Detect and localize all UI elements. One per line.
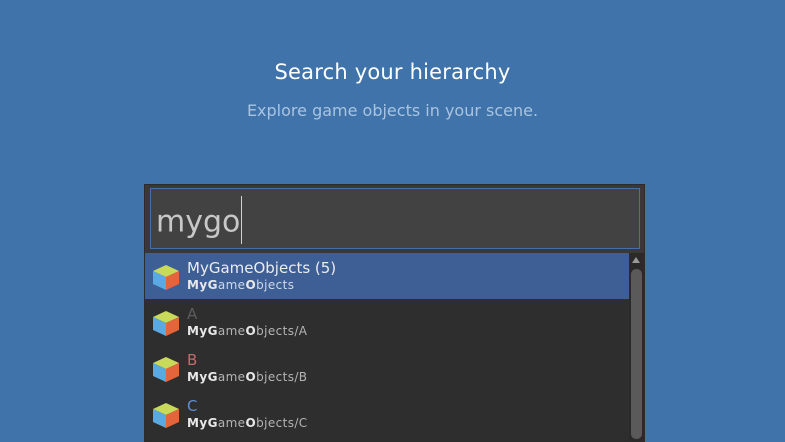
search-query-text: mygo (156, 196, 243, 247)
search-query-value: mygo (156, 204, 241, 240)
result-name: A (187, 305, 198, 323)
result-name: B (187, 351, 198, 369)
result-name: C (187, 397, 198, 415)
search-input[interactable]: mygo (150, 188, 640, 249)
result-name: MyGameObjects (5) (187, 259, 337, 277)
result-row-a[interactable]: A MyGameObjects/A (145, 299, 629, 345)
page-subtitle: Explore game objects in your scene. (246, 101, 539, 120)
result-path: MyGameObjects/C (187, 416, 308, 430)
page-title: Search your hierarchy (274, 60, 511, 84)
cube-icon (153, 357, 179, 382)
result-row-b[interactable]: B MyGameObjects/B (145, 345, 629, 391)
results-list: MyGameObjects (5) MyGameObjects A MyGame… (145, 253, 629, 441)
result-row-mygameobjects[interactable]: MyGameObjects (5) MyGameObjects (145, 253, 629, 299)
result-path: MyGameObjects/A (187, 324, 308, 338)
scroll-up-arrow-icon[interactable] (632, 257, 640, 263)
cube-icon (153, 265, 179, 290)
result-path: MyGameObjects/B (187, 370, 308, 384)
text-caret (241, 196, 243, 244)
cube-icon (153, 311, 179, 336)
search-panel: mygo MyGameObjects (5) MyGameObjects A M… (144, 184, 645, 442)
results-scrollbar[interactable] (629, 253, 644, 441)
scrollbar-thumb[interactable] (631, 269, 642, 439)
result-path: MyGameObjects (187, 278, 295, 292)
cube-icon (153, 403, 179, 428)
result-row-c[interactable]: C MyGameObjects/C (145, 391, 629, 437)
